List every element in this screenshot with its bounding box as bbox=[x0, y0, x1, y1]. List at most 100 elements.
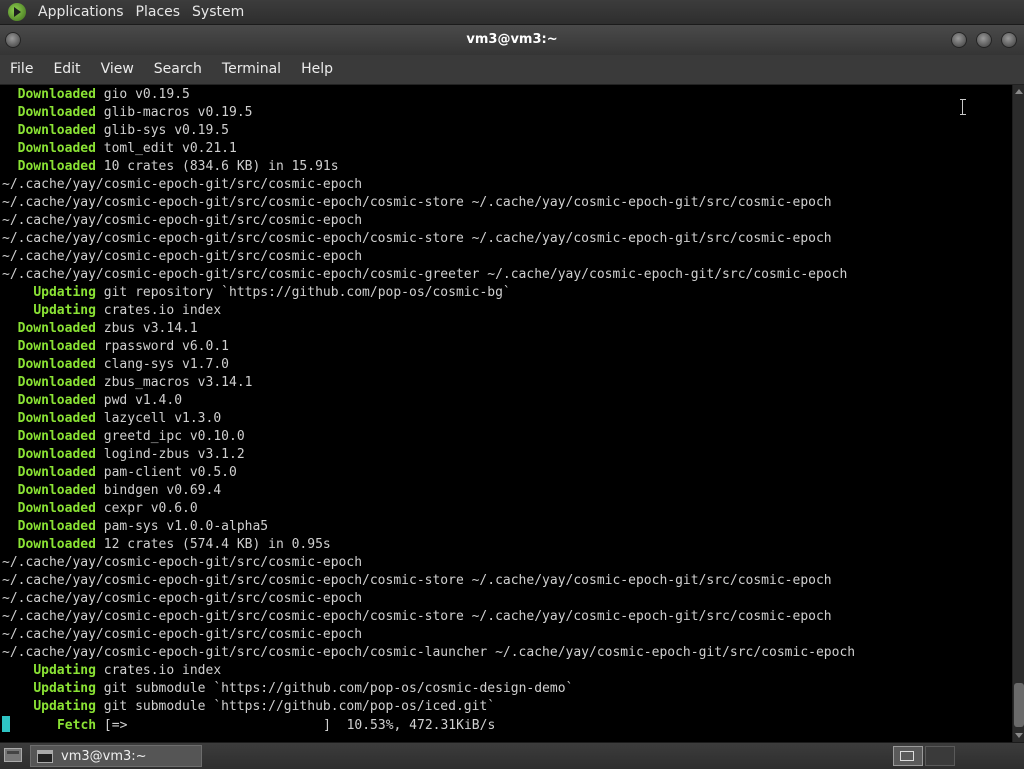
terminal-icon bbox=[37, 749, 53, 763]
terminal-line: ~/.cache/yay/cosmic-epoch-git/src/cosmic… bbox=[2, 644, 855, 662]
terminal-line: Downloaded rpassword v6.0.1 bbox=[2, 338, 229, 356]
line-text: ~/.cache/yay/cosmic-epoch-git/src/cosmic… bbox=[2, 591, 363, 606]
scroll-thumb[interactable] bbox=[1014, 683, 1024, 727]
menu-search[interactable]: Search bbox=[144, 55, 212, 84]
taskbar-item-terminal[interactable]: vm3@vm3:~ bbox=[30, 745, 202, 767]
cargo-status-keyword: Downloaded bbox=[17, 87, 96, 102]
line-text: pwd v1.4.0 bbox=[95, 393, 183, 408]
terminal-line: ~/.cache/yay/cosmic-epoch-git/src/cosmic… bbox=[2, 248, 362, 266]
cargo-status-keyword: Updating bbox=[33, 663, 96, 678]
cargo-status-keyword: Downloaded bbox=[17, 375, 96, 390]
workspace-2-button[interactable] bbox=[925, 746, 955, 766]
window-title: vm3@vm3:~ bbox=[466, 32, 558, 47]
scroll-down-icon[interactable] bbox=[1015, 733, 1023, 738]
cargo-status-keyword: Downloaded bbox=[17, 321, 96, 336]
terminal-output[interactable]: Downloaded gio v0.19.5 Downloaded glib-m… bbox=[0, 85, 1012, 742]
line-text: greetd_ipc v0.10.0 bbox=[95, 429, 245, 444]
terminal-line: Updating git repository `https://github.… bbox=[2, 284, 511, 302]
terminal-line: ~/.cache/yay/cosmic-epoch-git/src/cosmic… bbox=[2, 608, 832, 626]
line-text: lazycell v1.3.0 bbox=[95, 411, 222, 426]
line-text: gio v0.19.5 bbox=[95, 87, 190, 102]
menu-view[interactable]: View bbox=[91, 55, 144, 84]
line-text: [=> ] 10.53%, 472.31KiB/s bbox=[96, 718, 496, 733]
workspace-switcher-icon[interactable] bbox=[893, 746, 923, 766]
terminal-line: Downloaded greetd_ipc v0.10.0 bbox=[2, 428, 245, 446]
cargo-status-keyword: Downloaded bbox=[17, 123, 96, 138]
terminal-scrollbar[interactable] bbox=[1012, 85, 1024, 742]
line-text: zbus_macros v3.14.1 bbox=[95, 375, 253, 390]
terminal-line: Downloaded pwd v1.4.0 bbox=[2, 392, 182, 410]
cargo-status-keyword: Downloaded bbox=[17, 411, 96, 426]
scroll-up-icon[interactable] bbox=[1015, 89, 1023, 94]
line-text: 10 crates (834.6 KB) in 15.91s bbox=[95, 159, 339, 174]
line-text: git submodule `https://github.com/pop-os… bbox=[95, 681, 574, 696]
cargo-status-keyword: Downloaded bbox=[17, 447, 96, 462]
terminal-line: ~/.cache/yay/cosmic-epoch-git/src/cosmic… bbox=[2, 572, 832, 590]
terminal-line: Downloaded 10 crates (834.6 KB) in 15.91… bbox=[2, 158, 339, 176]
line-text: ~/.cache/yay/cosmic-epoch-git/src/cosmic… bbox=[2, 213, 363, 228]
line-text: 12 crates (574.4 KB) in 0.95s bbox=[95, 537, 331, 552]
line-text: git repository `https://github.com/pop-o… bbox=[95, 285, 511, 300]
terminal-line: ~/.cache/yay/cosmic-epoch-git/src/cosmic… bbox=[2, 266, 847, 284]
bottom-panel: vm3@vm3:~ bbox=[0, 742, 1024, 769]
line-text: pam-client v0.5.0 bbox=[95, 465, 237, 480]
top-panel: Applications Places System bbox=[0, 0, 1024, 25]
menu-terminal[interactable]: Terminal bbox=[212, 55, 291, 84]
line-text: zbus v3.14.1 bbox=[95, 321, 198, 336]
cargo-status-keyword: Fetch bbox=[56, 718, 97, 733]
close-button[interactable] bbox=[1001, 32, 1017, 48]
terminal-line: Fetch [=> ] 10.53%, 472.31KiB/s bbox=[2, 716, 495, 734]
cargo-status-keyword: Downloaded bbox=[17, 357, 96, 372]
panel-menu-applications[interactable]: Applications bbox=[32, 0, 130, 24]
terminal-cursor bbox=[2, 716, 10, 732]
line-text: glib-sys v0.19.5 bbox=[95, 123, 229, 138]
terminal-line: Downloaded bindgen v0.69.4 bbox=[2, 482, 222, 500]
terminal-line: Updating crates.io index bbox=[2, 662, 221, 680]
line-text: ~/.cache/yay/cosmic-epoch-git/src/cosmic… bbox=[2, 573, 832, 588]
cargo-status-keyword: Downloaded bbox=[17, 519, 96, 534]
line-text: crates.io index bbox=[95, 663, 222, 678]
line-text: ~/.cache/yay/cosmic-epoch-git/src/cosmic… bbox=[2, 627, 363, 642]
panel-menu-places[interactable]: Places bbox=[130, 0, 187, 24]
cargo-status-keyword: Updating bbox=[33, 681, 96, 696]
menu-edit[interactable]: Edit bbox=[43, 55, 90, 84]
cargo-status-keyword: Downloaded bbox=[17, 159, 96, 174]
line-text: ~/.cache/yay/cosmic-epoch-git/src/cosmic… bbox=[2, 231, 832, 246]
terminal-line: Downloaded 12 crates (574.4 KB) in 0.95s bbox=[2, 536, 331, 554]
terminal-line: Updating git submodule `https://github.c… bbox=[2, 698, 495, 716]
line-text: ~/.cache/yay/cosmic-epoch-git/src/cosmic… bbox=[2, 267, 848, 282]
terminal-line: Downloaded pam-client v0.5.0 bbox=[2, 464, 237, 482]
terminal-line: Updating git submodule `https://github.c… bbox=[2, 680, 573, 698]
terminal-line: ~/.cache/yay/cosmic-epoch-git/src/cosmic… bbox=[2, 194, 832, 212]
line-text: rpassword v6.0.1 bbox=[95, 339, 229, 354]
menu-file[interactable]: File bbox=[0, 55, 43, 84]
taskbar-item-label: vm3@vm3:~ bbox=[61, 748, 147, 764]
terminal-line: ~/.cache/yay/cosmic-epoch-git/src/cosmic… bbox=[2, 176, 362, 194]
distro-logo-icon[interactable] bbox=[8, 3, 26, 21]
cargo-status-keyword: Downloaded bbox=[17, 483, 96, 498]
cargo-status-keyword: Updating bbox=[33, 303, 96, 318]
window-titlebar[interactable]: vm3@vm3:~ bbox=[0, 25, 1024, 55]
line-text: clang-sys v1.7.0 bbox=[95, 357, 229, 372]
panel-menu-system[interactable]: System bbox=[186, 0, 250, 24]
minimize-button[interactable] bbox=[951, 32, 967, 48]
maximize-button[interactable] bbox=[976, 32, 992, 48]
show-desktop-icon[interactable] bbox=[4, 748, 22, 762]
menu-help[interactable]: Help bbox=[291, 55, 343, 84]
line-text: ~/.cache/yay/cosmic-epoch-git/src/cosmic… bbox=[2, 195, 832, 210]
cargo-status-keyword: Downloaded bbox=[17, 339, 96, 354]
